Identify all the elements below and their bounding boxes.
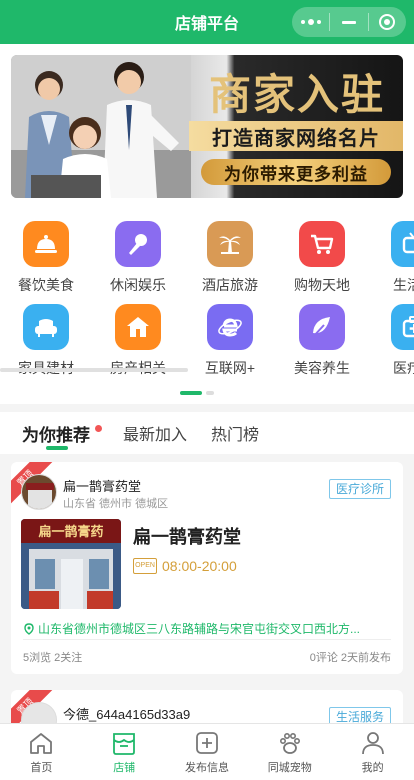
tabbar-label: 我的	[361, 762, 384, 774]
store-sign-text: 扁一鹊膏药	[38, 524, 103, 540]
tv-icon	[391, 221, 414, 267]
tabbar-home[interactable]: 首页	[0, 724, 83, 780]
category-label: 美容养生	[294, 360, 350, 376]
store-photo: 扁一鹊膏药	[21, 519, 121, 609]
category-label: 餐饮美食	[18, 277, 74, 293]
category-label: 酒店旅游	[202, 277, 258, 293]
user-icon	[361, 732, 384, 755]
tab-newest[interactable]: 最新加入	[123, 421, 187, 445]
internet-explorer-icon	[207, 304, 253, 350]
shopping-cart-icon	[299, 221, 345, 267]
pager-dot-active	[180, 391, 202, 395]
more-dots-icon	[300, 19, 321, 25]
tabbar-label: 同城宠物	[267, 762, 312, 774]
category-item[interactable]: 房产相关	[92, 304, 184, 378]
tabbar-store[interactable]: 店铺	[83, 724, 166, 780]
open-sign-icon: OPEN	[133, 558, 157, 574]
tabbar-pets[interactable]: 同城宠物	[248, 724, 331, 780]
store-name: 扁一鹊膏药堂	[63, 479, 142, 494]
palm-tree-icon	[207, 221, 253, 267]
target-icon	[379, 14, 396, 30]
category-scrollbar[interactable]	[0, 368, 188, 372]
category-label: 医疗诊	[393, 360, 414, 376]
business-people-illustration	[11, 55, 191, 198]
category-label: 休闲娱乐	[110, 277, 166, 293]
promo-banner[interactable]: 商家入驻 打造商家网络名片 为你带来更多利益	[11, 55, 403, 198]
store-title: 扁一鹊膏药堂	[133, 527, 241, 547]
house-icon	[115, 304, 161, 350]
banner-slogan: 为你带来更多利益	[201, 159, 391, 185]
category-pager	[180, 391, 214, 395]
tab-label: 最新加入	[123, 427, 188, 444]
tabbar-me[interactable]: 我的	[331, 724, 414, 780]
category-item[interactable]: 酒店旅游	[184, 221, 276, 295]
minus-icon	[341, 20, 356, 24]
tab-label: 热门榜	[211, 427, 260, 444]
category-item[interactable]: 家具建材	[0, 304, 92, 378]
store-card[interactable]: 置顶 扁一鹊膏药堂 山东省 德州市 德城区 医疗诊所 扁一鹊膏药 扁一鹊膏药堂 …	[11, 462, 403, 674]
category-item[interactable]: 购物天地	[276, 221, 368, 295]
category-item[interactable]: 美容养生	[276, 304, 368, 378]
comment-time-stats: 0评论 2天前发布	[309, 652, 391, 664]
category-grid: 餐饮美食 休闲娱乐 酒店旅游 购物天地 生活服 家具建材 房产相关	[0, 213, 414, 383]
category-item[interactable]: 互联网+	[184, 304, 276, 378]
tab-recommend[interactable]: 为你推荐	[22, 421, 102, 446]
category-tag[interactable]: 医疗诊所	[328, 479, 391, 499]
category-item[interactable]: 生活服	[368, 221, 414, 295]
paw-icon	[279, 732, 300, 754]
medical-kit-icon	[391, 304, 414, 350]
category-item[interactable]: 餐饮美食	[0, 221, 92, 295]
pager-dot	[206, 391, 214, 395]
tabbar-label: 发布信息	[184, 762, 229, 774]
more-menu-button[interactable]	[292, 7, 329, 37]
banner-headline: 商家入驻	[208, 70, 385, 119]
tab-label: 为你推荐	[22, 426, 90, 445]
feed-tabs: 为你推荐 最新加入 热门榜	[0, 412, 414, 454]
home-icon	[30, 733, 53, 754]
mini-program-capsule	[292, 7, 406, 37]
category-label: 购物天地	[294, 277, 350, 293]
tabbar-label: 首页	[30, 762, 53, 774]
tabbar-label: 店铺	[113, 762, 136, 774]
store-region: 山东省 德州市 德城区	[63, 498, 169, 510]
tab-hot[interactable]: 热门榜	[211, 421, 259, 445]
category-item[interactable]: 休闲娱乐	[92, 221, 184, 295]
business-hours: OPEN 08:00-20:00	[133, 558, 237, 574]
category-label: 互联网+	[204, 360, 256, 376]
nav-bar: 店铺平台	[0, 0, 414, 44]
banner-subline: 打造商家网络名片	[189, 121, 403, 151]
active-tab-indicator	[46, 446, 68, 450]
location-pin-icon	[24, 622, 34, 635]
avatar	[21, 474, 57, 510]
category-item[interactable]: 医疗诊	[368, 304, 414, 378]
page-title: 店铺平台	[174, 16, 239, 33]
close-miniprogram-button[interactable]	[369, 7, 406, 37]
microphone-icon	[115, 221, 161, 267]
hours-text: 08:00-20:00	[162, 558, 237, 574]
store-address[interactable]: 山东省德州市德城区三八东路辅路与宋官屯街交叉口西北方...	[23, 620, 395, 637]
bottom-tab-bar: 首页 店铺 发布信息 同城宠物 我的	[0, 723, 414, 780]
cloche-icon	[23, 221, 69, 267]
store-name: 今德_644a4165d33a9	[63, 707, 191, 722]
store-icon	[113, 733, 136, 755]
leaf-icon	[299, 304, 345, 350]
tabbar-publish[interactable]: 发布信息	[166, 724, 249, 780]
category-label: 生活服	[393, 277, 414, 293]
minimize-button[interactable]	[330, 7, 367, 37]
sofa-icon	[23, 304, 69, 350]
new-dot-badge	[95, 425, 102, 432]
card-divider	[23, 639, 391, 640]
address-text: 山东省德州市德城区三八东路辅路与宋官屯街交叉口西北方...	[38, 622, 361, 636]
view-follow-stats: 5浏览 2关注	[23, 652, 83, 664]
plus-square-icon	[196, 732, 218, 754]
